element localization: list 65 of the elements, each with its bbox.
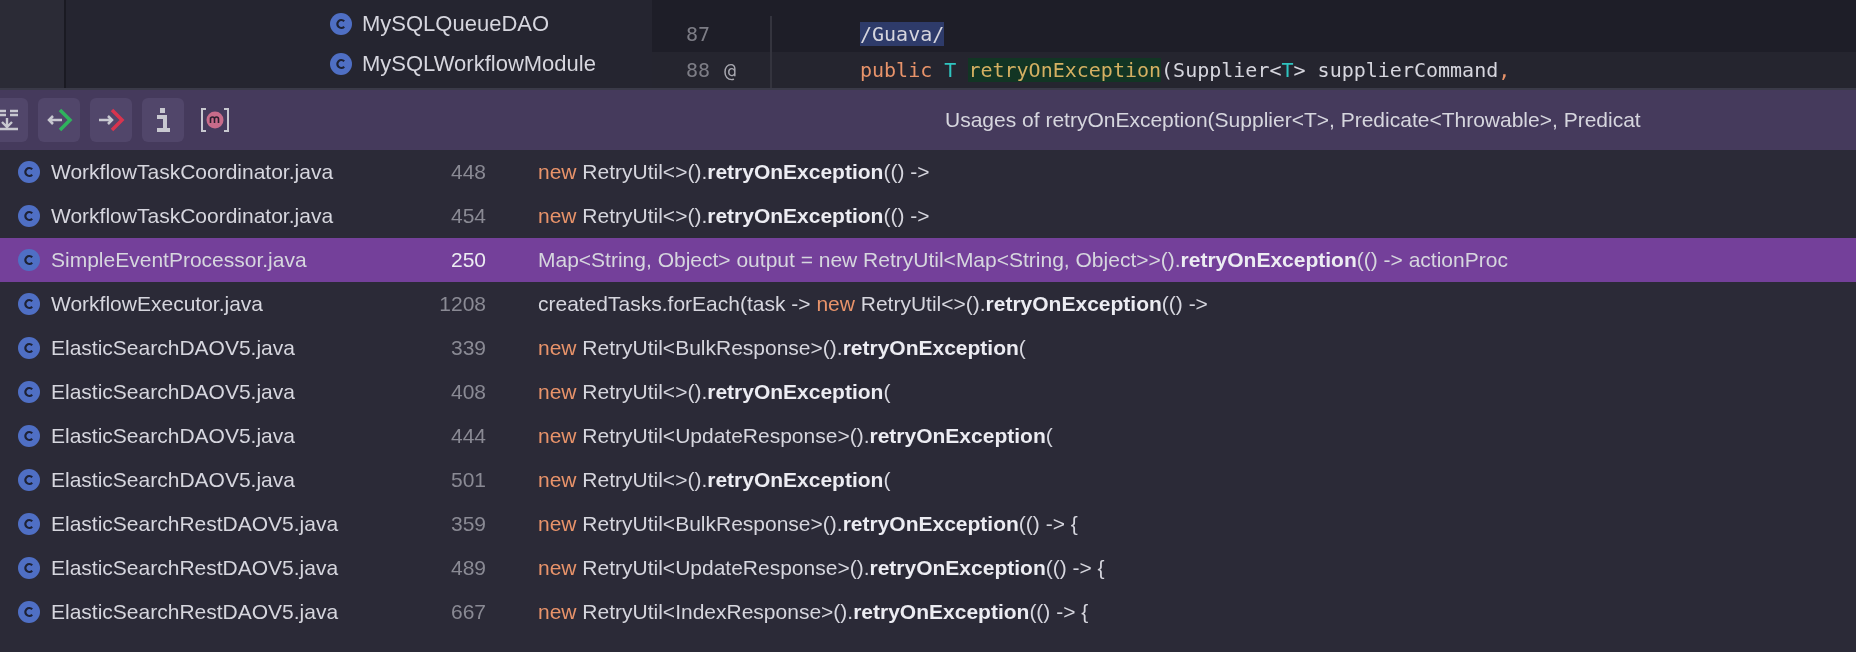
class-icon xyxy=(18,249,40,271)
class-icon xyxy=(330,53,352,75)
gutter-mark: @ xyxy=(724,58,737,82)
code-snippet: new RetryUtil<IndexResponse>().retryOnException(() -> { xyxy=(538,600,1089,624)
code-snippet: new RetryUtil<>().retryOnException(() -> xyxy=(538,160,930,184)
line-number: 339 xyxy=(449,336,486,360)
usage-row[interactable]: ElasticSearchRestDAOV5.java 359 new RetryUtil<BulkResponse>().retryOnException(() -> { xyxy=(0,502,1856,546)
usage-row[interactable]: ElasticSearchDAOV5.java 408 new RetryUtil<>().retryOnException( xyxy=(0,370,1856,414)
line-number: 359 xyxy=(449,512,486,536)
class-icon xyxy=(18,205,40,227)
code-snippet: new RetryUtil<>().retryOnException( xyxy=(538,468,891,492)
line-number: 448 xyxy=(449,160,486,184)
code-snippet: createdTasks.forEach(task -> new RetryUtil<>().retryOnException(() -> xyxy=(538,292,1208,316)
class-icon xyxy=(330,13,352,35)
file-name: ElasticSearchDAOV5.java xyxy=(51,336,296,360)
class-icon xyxy=(18,337,40,359)
code-snippet: new RetryUtil<BulkResponse>().retryOnException( xyxy=(538,336,1026,360)
line-number: 408 xyxy=(449,380,486,404)
usage-row[interactable]: ElasticSearchDAOV5.java 501 new RetryUtil<>().retryOnException( xyxy=(0,458,1856,502)
line-number: 501 xyxy=(449,468,486,492)
code-snippet: new RetryUtil<>().retryOnException(() -> xyxy=(538,204,930,228)
file-name: ElasticSearchDAOV5.java xyxy=(51,468,296,492)
class-icon xyxy=(18,161,40,183)
code-snippet: new RetryUtil<UpdateResponse>().retryOnException(() -> { xyxy=(538,556,1105,580)
class-icon xyxy=(18,513,40,535)
usage-row[interactable]: ElasticSearchDAOV5.java 444 new RetryUtil<UpdateResponse>().retryOnException( xyxy=(0,414,1856,458)
file-name: WorkflowTaskCoordinator.java xyxy=(51,160,335,184)
class-icon xyxy=(18,425,40,447)
tree-item[interactable]: MySQLQueueDAO xyxy=(330,4,652,44)
file-name: ElasticSearchDAOV5.java xyxy=(51,380,296,404)
code-snippet: new RetryUtil<BulkResponse>().retryOnException(() -> { xyxy=(538,512,1078,536)
line-number: 454 xyxy=(449,204,486,228)
usage-row[interactable]: ElasticSearchRestDAOV5.java 667 new RetryUtil<IndexResponse>().retryOnException(() -> { xyxy=(0,590,1856,634)
class-icon xyxy=(18,293,40,315)
line-number: 667 xyxy=(449,600,486,624)
usage-row[interactable]: WorkflowTaskCoordinator.java 454 new RetryUtil<>().retryOnException(() -> xyxy=(0,194,1856,238)
line-number: 87 xyxy=(684,22,710,46)
line-number: 88 xyxy=(684,58,710,82)
file-name: ElasticSearchDAOV5.java xyxy=(51,424,296,448)
class-icon xyxy=(18,381,40,403)
usage-row[interactable]: ElasticSearchRestDAOV5.java 489 new RetryUtil<UpdateResponse>().retryOnException(() -> { xyxy=(0,546,1856,590)
usage-row[interactable]: ElasticSearchDAOV5.java 339 new RetryUtil<BulkResponse>().retryOnException( xyxy=(0,326,1856,370)
line-number: 444 xyxy=(449,424,486,448)
tree-item[interactable]: MySQLWorkflowModule xyxy=(330,44,652,84)
code-snippet: new RetryUtil<UpdateResponse>().retryOnException( xyxy=(538,424,1053,448)
line-number: 1208 xyxy=(438,292,486,316)
class-icon xyxy=(18,601,40,623)
class-icon xyxy=(18,469,40,491)
code-snippet: new RetryUtil<>().retryOnException( xyxy=(538,380,891,404)
file-name: ElasticSearchRestDAOV5.java xyxy=(51,600,340,624)
usage-row[interactable]: WorkflowTaskCoordinator.java 448 new RetryUtil<>().retryOnException(() -> xyxy=(0,150,1856,194)
file-name: SimpleEventProcessor.java xyxy=(51,248,308,272)
line-number: 250 xyxy=(449,248,486,272)
usage-row[interactable]: WorkflowExecutor.java 1208 createdTasks.forEach(task -> new RetryUtil<>().retryOnException(() -> xyxy=(0,282,1856,326)
file-name: ElasticSearchRestDAOV5.java xyxy=(51,556,340,580)
file-name: WorkflowTaskCoordinator.java xyxy=(51,204,335,228)
code-line: public T retryOnException(Supplier<T> supplierCommand, xyxy=(860,58,1511,82)
code-snippet: Map<String, Object> output = new RetryUtil<Map<String, Object>>().retryOnException(() -> actionProc xyxy=(538,248,1508,272)
usages-title: Usages of retryOnException(Supplier<T>, Predicate<Throwable>, Predicat xyxy=(945,108,1642,132)
class-icon xyxy=(18,557,40,579)
info-icon[interactable] xyxy=(142,98,184,142)
line-number: 489 xyxy=(449,556,486,580)
file-name: WorkflowExecutor.java xyxy=(51,292,265,316)
file-name: ElasticSearchRestDAOV5.java xyxy=(51,512,340,536)
usage-row[interactable]: SimpleEventProcessor.java 250 Map<String, Object> output = new RetryUtil<Map<String, Object>>().retryOnException(() -> actionProc xyxy=(0,238,1856,282)
